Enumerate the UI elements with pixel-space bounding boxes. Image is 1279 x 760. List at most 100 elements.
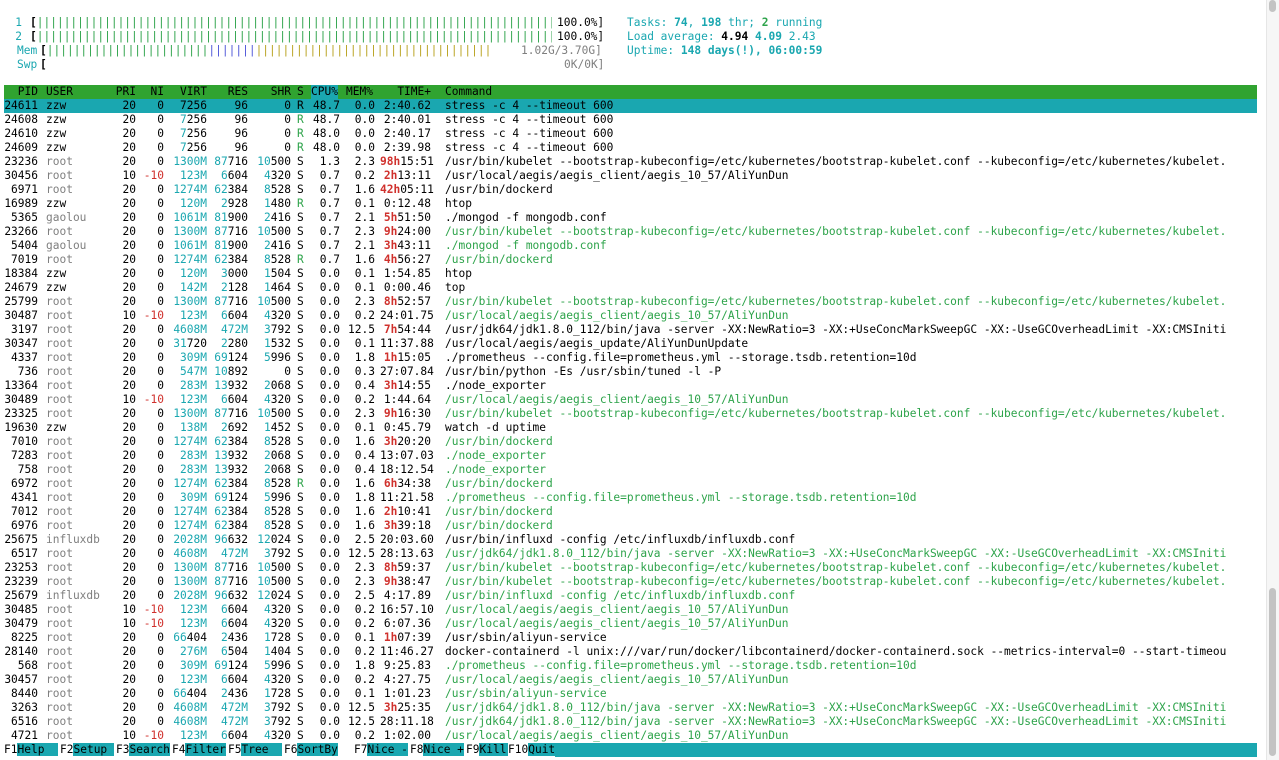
cpu1-bar: ||||||||||||||||||||||||||||||||||||||||… — [36, 16, 552, 29]
cell-pid: 758 — [17, 463, 38, 476]
process-row[interactable]: 30487 root 10 -10 123M 6604 4320 S 0.0 0.2 24:01.7… — [4, 309, 1257, 323]
mem-bracket: [ — [40, 44, 47, 57]
cell-res: 87716 — [214, 407, 248, 420]
process-row[interactable]: 16989 zzw 20 0 120M 2928 1480 R 0.7 0.1 0:12.48 hto… — [4, 197, 1257, 211]
cell-time: 11:21.58 — [380, 491, 434, 504]
process-row[interactable]: 19630 zzw 20 0 138M 2692 1452 S 0.0 0.1 0:45.79 wat… — [4, 421, 1257, 435]
cell-time: 2:39.98 — [383, 141, 431, 154]
process-row[interactable]: 23253 root 20 0 1300M 87716 10500 S 0.0 2.3 8h59:3… — [4, 561, 1257, 575]
process-row[interactable]: 8225 root 20 0 66404 2436 1728 S 0.0 0.1 1h07:39/u… — [4, 631, 1257, 645]
scrollbar-thumb-top[interactable] — [1269, 0, 1276, 12]
process-row[interactable]: 30456 root 10 -10 123M 6604 4320 S 0.7 0.2 2h13:11… — [4, 169, 1257, 183]
footer-key-f8[interactable]: F8Nice + — [410, 743, 464, 757]
col-user[interactable]: USER — [46, 85, 73, 99]
process-row[interactable]: 24608 zzw 20 0 7256 96 0 R 48.7 0.0 2:40.01 stress … — [4, 113, 1257, 127]
col-time[interactable]: TIME+ — [380, 85, 431, 99]
cell-cmd: /usr/local/aegis/aegis_client/aegis_10_5… — [445, 729, 789, 742]
cell-cmd: /usr/sbin/aliyun-service — [445, 687, 607, 700]
cell-cmd: /usr/local/aegis/aegis_client/aegis_10_5… — [445, 603, 789, 616]
process-row[interactable]: 5365 gaolou 20 0 1061M 81900 2416 S 0.7 2.1 5h51:5… — [4, 211, 1257, 225]
footer-key-label: Help — [17, 743, 58, 756]
process-row[interactable]: 6976 root 20 0 1274M 62384 8528 S 0.0 1.6 3h39:18 /… — [4, 519, 1257, 533]
col-shr[interactable]: SHR — [254, 85, 291, 99]
footer-key-f3[interactable]: F3Search — [116, 743, 170, 757]
cell-virt: 1274M — [173, 435, 207, 448]
cell-virt: 4608M — [173, 547, 207, 560]
cell-res: 472M — [221, 715, 248, 728]
cell-ni: 0 — [157, 337, 164, 350]
cell-pid: 23325 — [4, 407, 38, 420]
cell-res: 96632 — [214, 533, 248, 546]
process-row[interactable]: 4337 root 20 0 309M 69124 5996 S 0.0 1.8 1h15:05 ./… — [4, 351, 1257, 365]
process-row[interactable]: 18384 zzw 20 0 120M 3000 1504 S 0.0 0.1 1:54.85 hto… — [4, 267, 1257, 281]
cell-virt: 7256 — [180, 99, 207, 112]
process-row[interactable]: 6971 root 20 0 1274M 62384 8528 S 0.7 1.6 42h05:11… — [4, 183, 1257, 197]
col-res[interactable]: RES — [212, 85, 248, 99]
process-row[interactable]: 7019 root 20 0 1274M 62384 8528 R 0.7 1.6 4h56:27 /… — [4, 253, 1257, 267]
cell-res: 96 — [234, 99, 248, 112]
cell-mem: 0.2 — [354, 309, 375, 322]
process-row[interactable]: 23236 root 20 0 1300M 87716 10500 S 1.3 2.3 98h15:… — [4, 155, 1257, 169]
process-row[interactable]: 28140 root 20 0 276M 6504 1404 S 0.0 0.2 11:46.27 d… — [4, 645, 1257, 659]
process-row[interactable]: 758 root 20 0 283M 13932 2068 S 0.0 0.4 18:12.54 ./… — [4, 463, 1257, 477]
process-row[interactable]: 6517 root 20 0 4608M 472M 3792 S 0.0 12.5 28:13.63… — [4, 547, 1257, 561]
cell-pid: 30479 — [4, 617, 38, 630]
process-row[interactable]: 13364 root 20 0 283M 13932 2068 S 0.0 0.4 3h14:55.… — [4, 379, 1257, 393]
process-row[interactable]: 3197 root 20 0 4608M 472M 3792 S 0.0 12.5 7h54:44 /… — [4, 323, 1257, 337]
footer-key-f7[interactable]: F7Nice - — [354, 743, 408, 757]
process-row[interactable]: 24611 zzw 20 0 7256 96 0 R 48.7 0.0 2:40.62 stress … — [4, 99, 1257, 113]
process-row[interactable]: 8440 root 20 0 66404 2436 1728 S 0.0 0.1 1:01.23/u… — [4, 687, 1257, 701]
process-row[interactable]: 25679 influxdb 20 0 2028M 96632 12024 S 0.0 2.5 4:… — [4, 589, 1257, 603]
col-pid[interactable]: PID — [4, 85, 38, 99]
process-row[interactable]: 6972 root 20 0 1274M 62384 8528 R 0.0 1.6 6h34:38 /… — [4, 477, 1257, 491]
process-row[interactable]: 3263 root 20 0 4608M 472M 3792 S 0.0 12.5 3h25:35 /… — [4, 701, 1257, 715]
col-cpu[interactable]: CPU% — [311, 85, 338, 99]
process-row[interactable]: 6516 root 20 0 4608M 472M 3792 S 0.0 12.5 28:11.18… — [4, 715, 1257, 729]
scrollbar-thumb[interactable] — [1269, 588, 1276, 756]
process-row[interactable]: 30489 root 10 -10 123M 6604 4320 S 0.0 0.2 1:44.64… — [4, 393, 1257, 407]
process-row[interactable]: 23266 root 20 0 1300M 87716 10500 S 0.7 2.3 9h24:0… — [4, 225, 1257, 239]
col-mem[interactable]: MEM% — [346, 85, 373, 99]
process-row[interactable]: 25799 root 20 0 1300M 87716 10500 S 0.0 2.3 8h52:5… — [4, 295, 1257, 309]
footer-key-f1[interactable]: F1Help — [4, 743, 58, 757]
process-row[interactable]: 24679 zzw 20 0 142M 2128 1464 S 0.0 0.1 0:00.46 top — [4, 281, 1257, 295]
cell-cpu: 0.0 — [319, 547, 340, 560]
footer-key-f6[interactable]: F6SortBy — [284, 743, 338, 757]
process-row[interactable]: 30347 root 20 0 31720 2280 1532 S 0.0 0.1 11:37.88… — [4, 337, 1257, 351]
col-command[interactable]: Command — [445, 85, 492, 99]
process-row[interactable]: 5404 gaolou 20 0 1061M 81900 2416 S 0.7 2.1 3h43:1… — [4, 239, 1257, 253]
process-row[interactable]: 30485 root 10 -10 123M 6604 4320 S 0.0 0.2 16:57.1… — [4, 603, 1257, 617]
cell-mem: 2.5 — [354, 533, 375, 546]
process-row[interactable]: 7012 root 20 0 1274M 62384 8528 S 0.0 1.6 2h10:41 /… — [4, 505, 1257, 519]
cell-res: 6604 — [221, 729, 248, 742]
process-row[interactable]: 4341 root 20 0 309M 69124 5996 S 0.0 1.8 11:21.58.… — [4, 491, 1257, 505]
footer-key-f4[interactable]: F4Filter — [172, 743, 226, 757]
process-row[interactable]: 4721 root 10 -10 123M 6604 4320 S 0.0 0.2 1:02.00 /… — [4, 729, 1257, 743]
footer-key-f2[interactable]: F2Setup — [60, 743, 114, 757]
process-list[interactable]: 24611 zzw 20 0 7256 96 0 R 48.7 0.0 2:40.62 stress … — [4, 99, 1257, 743]
process-row[interactable]: 24610 zzw 20 0 7256 96 0 R 48.0 0.0 2:40.17 stress … — [4, 127, 1257, 141]
cell-virt: 123M — [180, 617, 207, 630]
process-row[interactable]: 30457 root 20 0 123M 6604 4320 S 0.0 0.2 4:27.75/u… — [4, 673, 1257, 687]
footer-key-f5[interactable]: F5Tree — [228, 743, 282, 757]
process-row[interactable]: 23239 root 20 0 1300M 87716 10500 S 0.0 2.3 9h38:4… — [4, 575, 1257, 589]
process-row[interactable]: 7010 root 20 0 1274M 62384 8528 S 0.0 1.6 3h20:20 /… — [4, 435, 1257, 449]
process-row[interactable]: 30479 root 10 -10 123M 6604 4320 S 0.0 0.2 6:07.36… — [4, 617, 1257, 631]
cell-ni: 0 — [157, 701, 164, 714]
process-row[interactable]: 7283 root 20 0 283M 13932 2068 S 0.0 0.4 13:07.03.… — [4, 449, 1257, 463]
footer-key-f10[interactable]: F10Quit — [508, 743, 556, 757]
process-row[interactable]: 568 root 20 0 309M 69124 5996 S 0.0 1.8 9:25.83 ./p… — [4, 659, 1257, 673]
cell-shr: 4320 — [264, 603, 291, 616]
col-virt[interactable]: VIRT — [164, 85, 207, 99]
col-state[interactable]: S — [297, 85, 304, 99]
process-row[interactable]: 736 root 20 0 547M 10892 0 S 0.0 0.3 27:07.84/usr/… — [4, 365, 1257, 379]
process-row[interactable]: 23325 root 20 0 1300M 87716 10500 S 0.0 2.3 9h16:3… — [4, 407, 1257, 421]
cell-shr: 10500 — [257, 575, 291, 588]
col-ni[interactable]: NI — [140, 85, 164, 99]
process-row[interactable]: 24609 zzw 20 0 7256 96 0 R 48.0 0.0 2:39.98 stress … — [4, 141, 1257, 155]
cell-user: root — [46, 547, 73, 560]
cell-s: R — [297, 113, 304, 126]
process-row[interactable]: 25675 influxdb 20 0 2028M 96632 12024 S 0.0 2.5 20… — [4, 533, 1257, 547]
col-pri[interactable]: PRI — [104, 85, 136, 99]
cell-s: R — [297, 253, 304, 266]
